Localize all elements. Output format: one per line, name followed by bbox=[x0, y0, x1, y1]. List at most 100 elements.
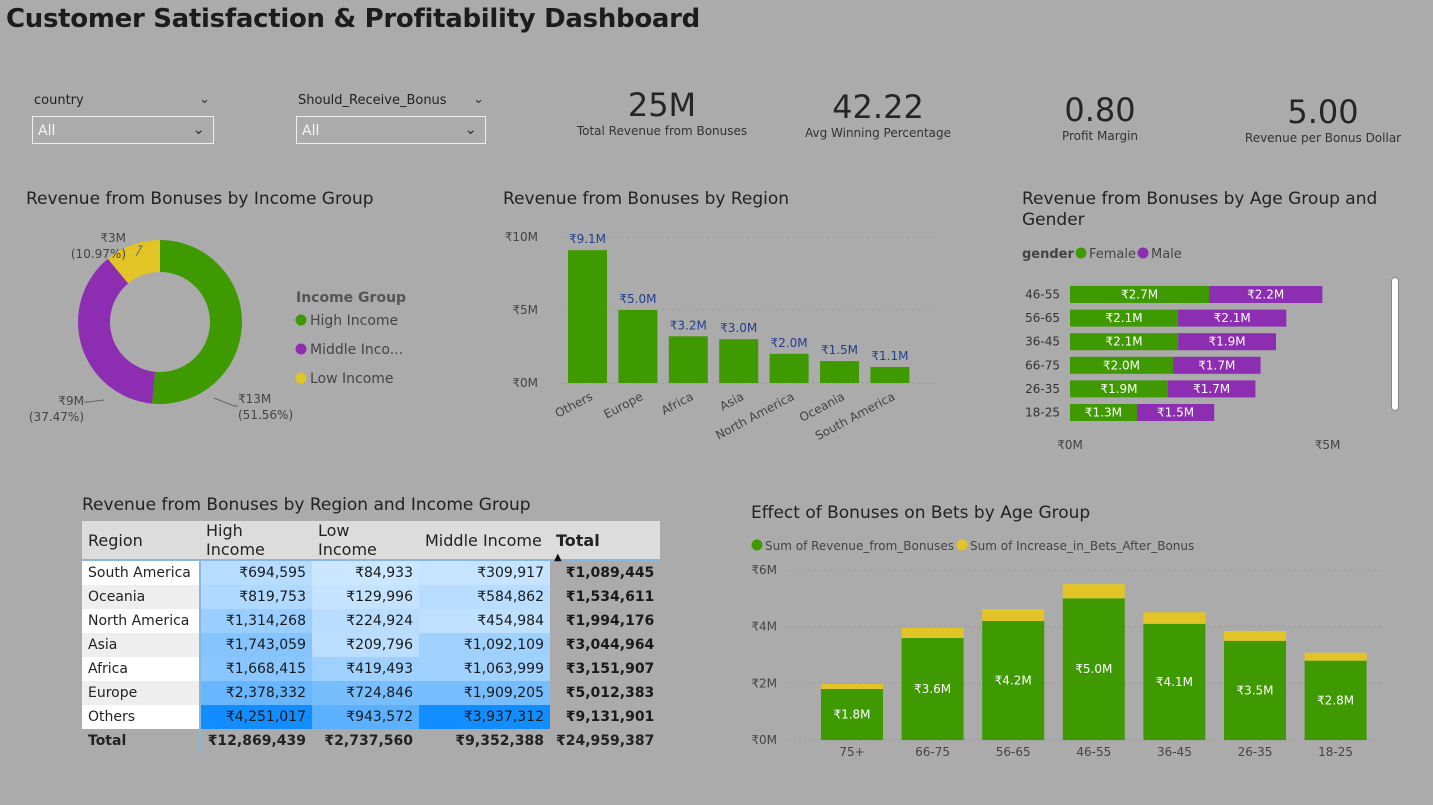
title-line: Gender bbox=[1022, 210, 1085, 230]
kpi-label: Profit Margin bbox=[1061, 129, 1139, 143]
col-header-low-income[interactable]: Low Income bbox=[312, 521, 419, 561]
donut-pct-label: (10.97%) bbox=[71, 247, 126, 261]
table-row[interactable]: Asia ₹1,743,059 ₹209,796 ₹1,092,109 ₹3,044,9… bbox=[82, 633, 660, 657]
donut-slice bbox=[151, 240, 243, 404]
bar-value-label: ₹1.5M bbox=[1157, 406, 1194, 420]
y-tick-label: ₹2M bbox=[751, 676, 777, 690]
legend-marker bbox=[295, 343, 307, 355]
middle-income-cell: ₹1,909,205 bbox=[419, 681, 550, 705]
kpi-value: 42.22 bbox=[832, 88, 924, 126]
row-total-cell: ₹1,994,176 bbox=[565, 613, 655, 629]
country-slicer[interactable]: country ⌄ All ⌄ bbox=[32, 92, 216, 148]
chart-scrollbar[interactable] bbox=[1391, 277, 1399, 411]
bar-value-label: ₹1.1M bbox=[871, 349, 908, 363]
title-line: Revenue from Bonuses by Age Group and bbox=[1022, 189, 1378, 209]
bar-increase-bets bbox=[1143, 612, 1206, 624]
chevron-down-icon[interactable]: ⌄ bbox=[473, 92, 484, 107]
slicer-label: country bbox=[34, 93, 84, 108]
bar-increase-bets bbox=[901, 627, 964, 638]
col-header-total[interactable]: Total ▲ bbox=[550, 521, 661, 563]
low-income-cell: ₹943,572 bbox=[312, 705, 419, 729]
y-tick-label: ₹4M bbox=[751, 620, 777, 634]
donut-chart[interactable]: ₹13M (51.56%) ₹9M (37.47%) ₹3M (10.97%) Income… bbox=[0, 220, 480, 440]
legend-title: Income Group bbox=[296, 290, 406, 306]
x-tick-label: Asia bbox=[717, 389, 746, 413]
x-tick-label: Others bbox=[553, 389, 595, 420]
high-income-cell: ₹4,251,017 bbox=[199, 705, 312, 729]
legend-label: High Income bbox=[310, 313, 398, 329]
donut-pct-label: (51.56%) bbox=[238, 408, 293, 422]
low-income-cell: ₹129,996 bbox=[312, 585, 419, 609]
grand-total-cell: ₹24,959,387 bbox=[556, 733, 655, 749]
legend-marker bbox=[751, 539, 763, 551]
row-total-cell: ₹9,131,901 bbox=[565, 709, 655, 725]
x-tick-label: 66-75 bbox=[915, 745, 950, 759]
col-header-region[interactable]: Region bbox=[82, 521, 200, 561]
legend-label: Female bbox=[1089, 247, 1136, 262]
legend-label: Low Income bbox=[310, 371, 394, 387]
bar-value-label: ₹2.0M bbox=[771, 336, 808, 350]
low-income-cell: ₹419,493 bbox=[312, 657, 419, 681]
bar-value-label: ₹2.7M bbox=[1121, 288, 1158, 302]
table-row[interactable]: Africa ₹1,668,415 ₹419,493 ₹1,063,999 ₹3,151… bbox=[82, 657, 660, 681]
y-tick-label: ₹6M bbox=[751, 563, 777, 577]
x-tick-label: Africa bbox=[659, 389, 696, 417]
row-total-cell: ₹1,534,611 bbox=[565, 589, 655, 605]
kpi-label: Revenue per Bonus Dollar bbox=[1244, 131, 1402, 145]
x-tick-label: 56-65 bbox=[996, 745, 1031, 759]
bets-stacked-bar-chart[interactable]: Sum of Revenue_from_Bonuses Sum of Increa… bbox=[745, 532, 1395, 767]
low-income-cell: ₹724,846 bbox=[312, 681, 419, 705]
low-income-cell: ₹209,796 bbox=[312, 633, 419, 657]
sort-descending-icon[interactable]: ▲ bbox=[554, 552, 562, 563]
x-tick-label: 18-25 bbox=[1318, 745, 1353, 759]
bar-value-label: ₹5.0M bbox=[619, 292, 656, 306]
bar-increase-bets bbox=[821, 683, 883, 689]
dropdown-value: All bbox=[38, 123, 56, 139]
legend-label: Male bbox=[1151, 247, 1182, 262]
bar bbox=[870, 366, 910, 383]
table-row[interactable]: North America ₹1,314,268 ₹224,924 ₹454,984 ₹… bbox=[82, 609, 660, 633]
country-dropdown[interactable]: All ⌄ bbox=[32, 116, 214, 144]
bar-value-label: ₹3.2M bbox=[670, 318, 707, 332]
middle-income-cell: ₹454,984 bbox=[419, 609, 550, 633]
bonus-slicer[interactable]: Should_Receive_Bonus ⌄ All ⌄ bbox=[296, 92, 488, 148]
y-tick-label: 26-35 bbox=[1025, 382, 1060, 396]
legend-marker bbox=[295, 314, 307, 326]
col-header-high-income[interactable]: High Income bbox=[200, 521, 312, 561]
middle-income-cell: ₹3,937,312 bbox=[419, 705, 550, 729]
chevron-down-icon[interactable]: ⌄ bbox=[199, 92, 210, 107]
legend-marker bbox=[956, 539, 968, 551]
bar bbox=[668, 336, 708, 383]
page-title: Customer Satisfaction & Profitability Da… bbox=[6, 4, 700, 34]
high-income-cell: ₹1,668,415 bbox=[199, 657, 312, 681]
total-low-cell: ₹2,737,560 bbox=[324, 733, 413, 749]
kpi-value: 0.80 bbox=[1064, 91, 1136, 129]
low-income-cell: ₹84,933 bbox=[312, 560, 419, 585]
bar-increase-bets bbox=[1304, 652, 1367, 661]
donut-chart-title: Revenue from Bonuses by Income Group bbox=[26, 189, 374, 209]
legend-marker bbox=[1137, 247, 1149, 259]
region-cell: Africa bbox=[82, 657, 200, 681]
region-chart-title: Revenue from Bonuses by Region bbox=[503, 189, 790, 209]
kpi-label: Avg Winning Percentage bbox=[804, 126, 952, 140]
age-gender-bar-chart[interactable]: gender Female Male 46-55 ₹2.7M ₹2.2M 56-65 ₹2.1… bbox=[1010, 240, 1390, 460]
region-cell: Oceania bbox=[82, 585, 200, 609]
region-bar-chart[interactable]: ₹0M ₹5M ₹10M ₹9.1M Others ₹5.0M Europe ₹3.2M Afr… bbox=[490, 220, 950, 460]
kpi-card-total-revenue: 25M Total Revenue from Bonuses bbox=[572, 86, 752, 138]
table-row[interactable]: Others ₹4,251,017 ₹943,572 ₹3,937,312 ₹9,131… bbox=[82, 705, 660, 729]
y-tick-label: 18-25 bbox=[1025, 406, 1060, 420]
col-header-middle-income[interactable]: Middle Income bbox=[419, 521, 550, 561]
bar-value-label: ₹1.8M bbox=[833, 708, 870, 722]
x-tick-label: 46-55 bbox=[1076, 745, 1111, 759]
bar bbox=[618, 310, 658, 383]
region-cell: Europe bbox=[82, 681, 200, 705]
donut-pct-label: (37.47%) bbox=[29, 410, 84, 424]
high-income-cell: ₹1,743,059 bbox=[199, 633, 312, 657]
table-row[interactable]: Oceania ₹819,753 ₹129,996 ₹584,862 ₹1,534,61… bbox=[82, 585, 660, 609]
kpi-label: Total Revenue from Bonuses bbox=[576, 124, 748, 138]
bonus-dropdown[interactable]: All ⌄ bbox=[296, 116, 486, 144]
donut-slice bbox=[78, 258, 156, 404]
matrix-table[interactable]: Region High Income Low Income Middle Inc… bbox=[82, 521, 661, 753]
table-row[interactable]: Europe ₹2,378,332 ₹724,846 ₹1,909,205 ₹5,012… bbox=[82, 681, 660, 705]
table-row[interactable]: South America ₹694,595 ₹84,933 ₹309,917 ₹1,0… bbox=[82, 560, 660, 585]
